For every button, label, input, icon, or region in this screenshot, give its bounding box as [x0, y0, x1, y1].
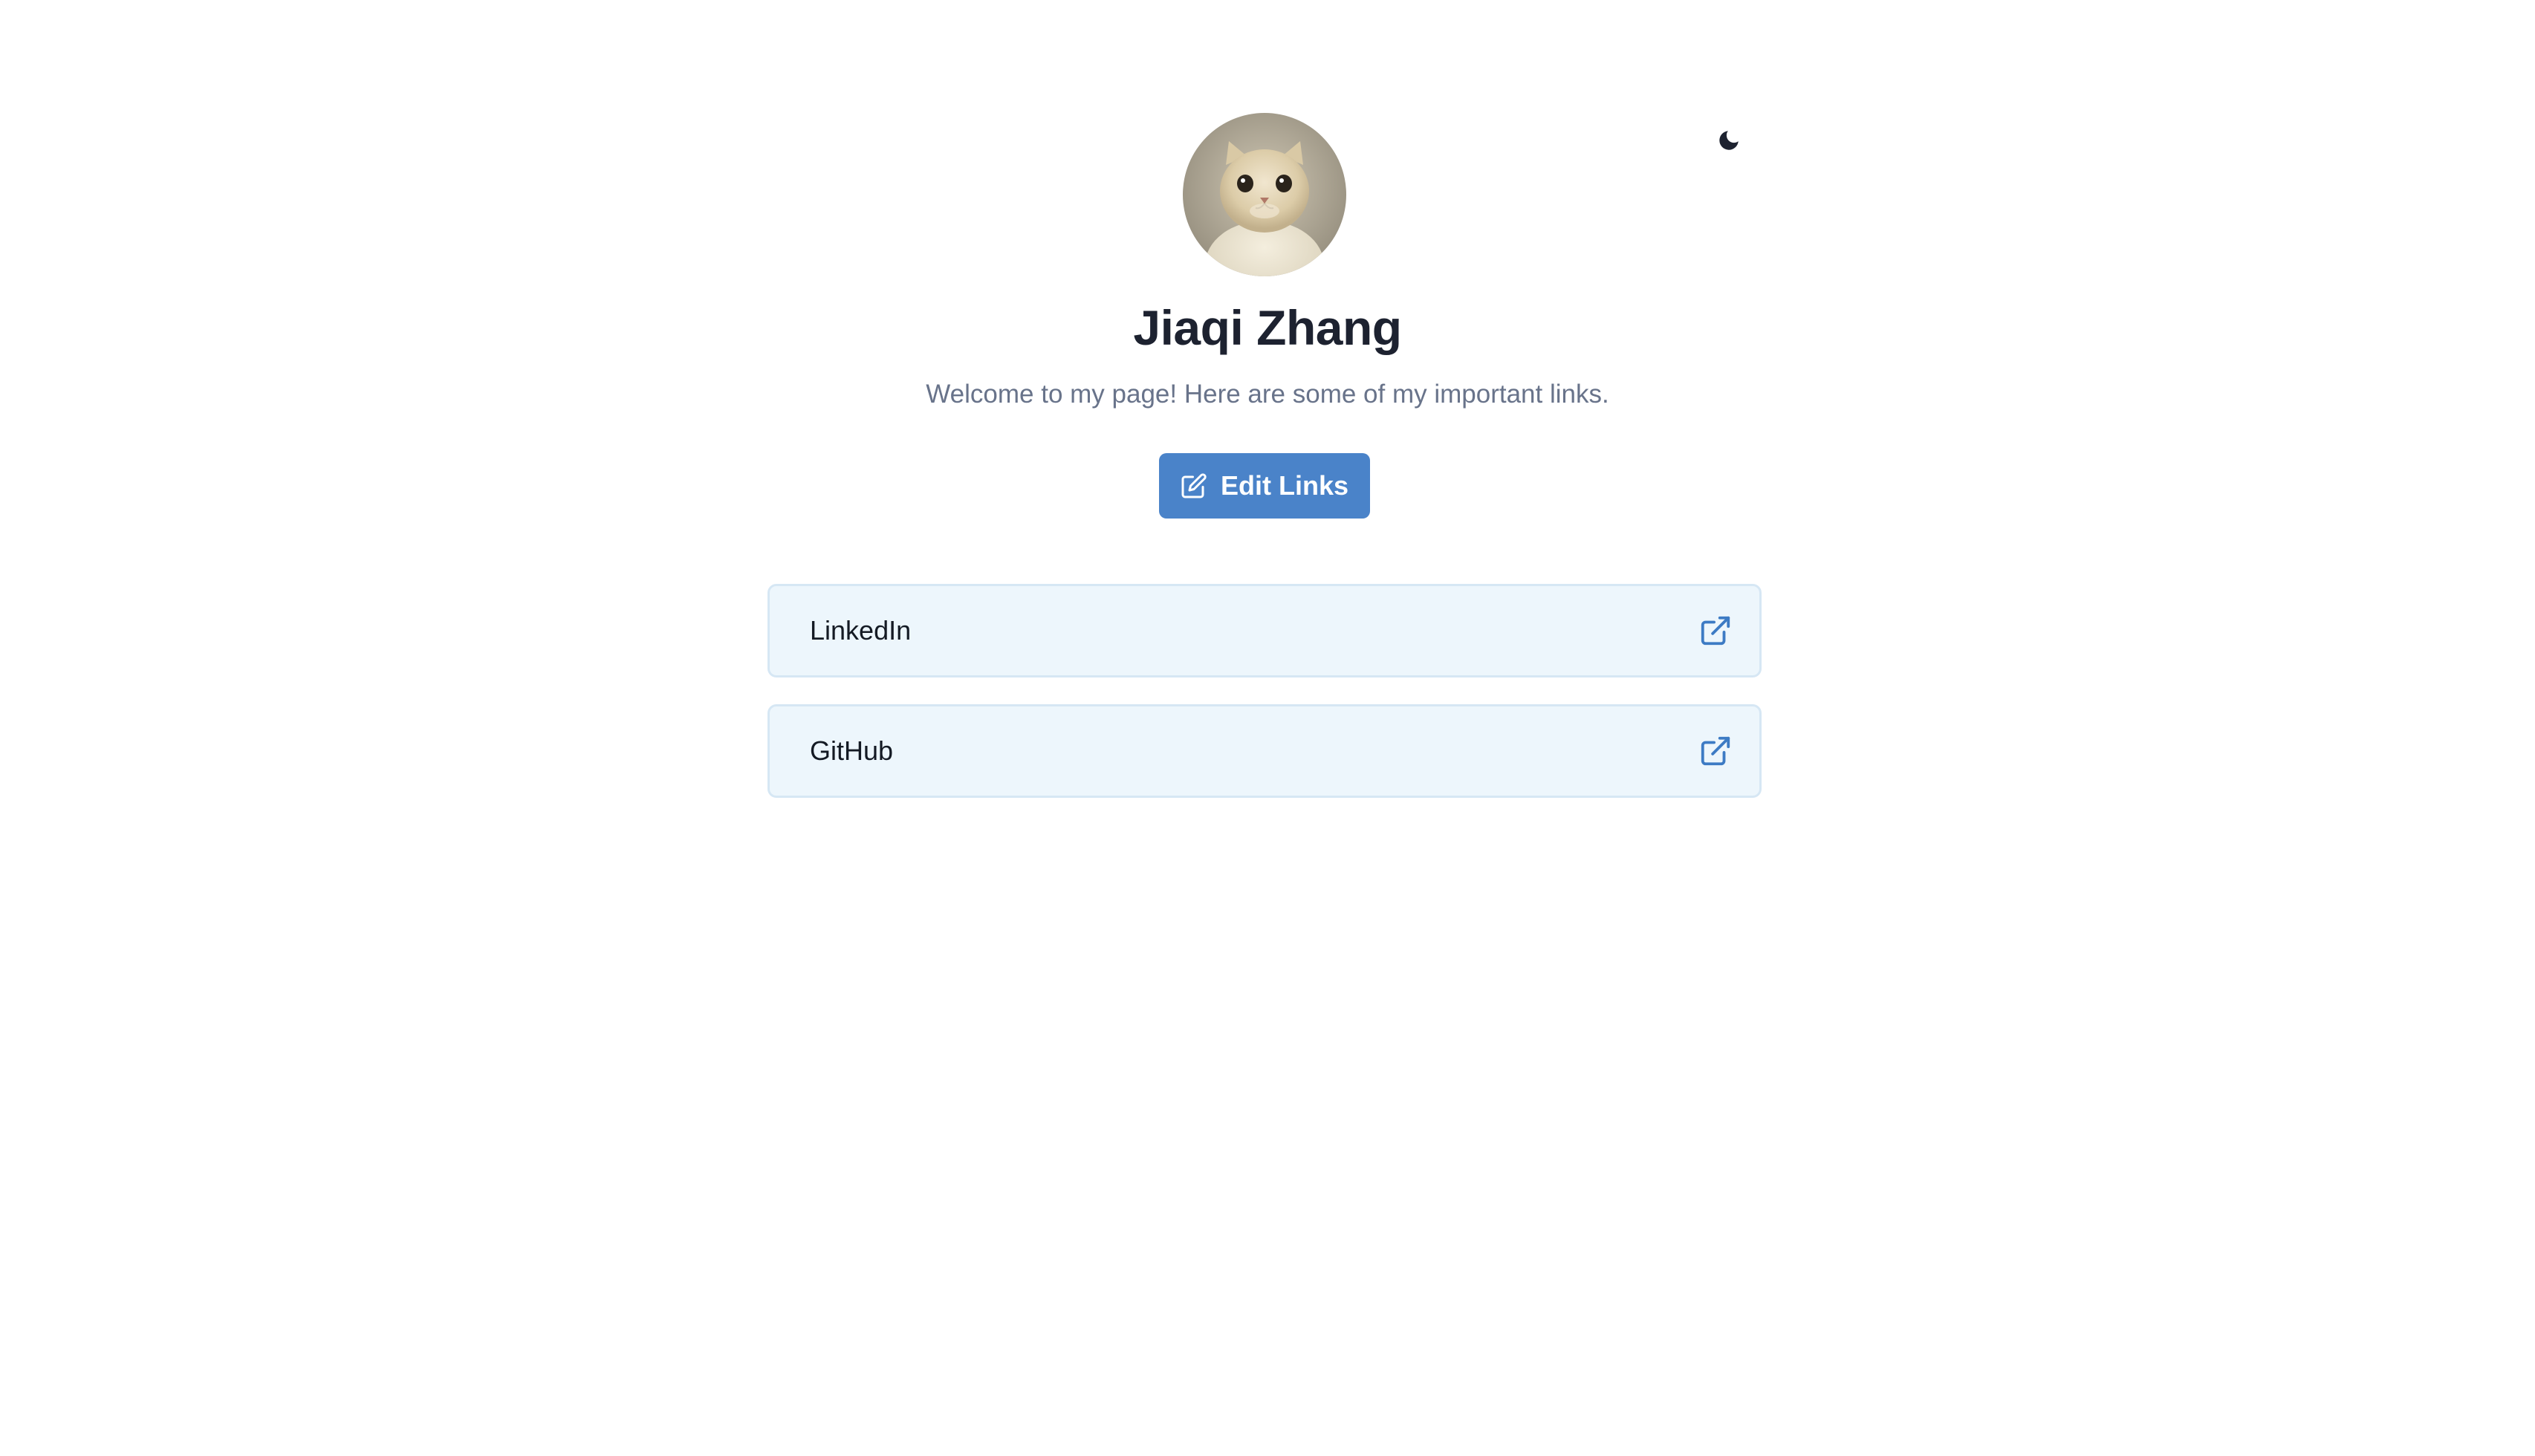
- moon-icon: [1719, 131, 1739, 150]
- profile-page: Jiaqi Zhang Welcome to my page! Here are…: [0, 0, 2535, 1456]
- theme-toggle-button[interactable]: [1712, 123, 1746, 157]
- cat-avatar-image: [1183, 113, 1346, 276]
- profile-bio: Welcome to my page! Here are some of my …: [926, 380, 1609, 409]
- link-card-github[interactable]: GitHub: [767, 704, 1762, 798]
- edit-icon: [1181, 472, 1207, 499]
- edit-links-button[interactable]: Edit Links: [1159, 453, 1370, 519]
- profile-name: Jiaqi Zhang: [1133, 300, 1402, 355]
- external-link-icon[interactable]: [1698, 614, 1733, 648]
- avatar: [1183, 113, 1346, 276]
- link-list: LinkedIn GitHub: [767, 584, 1762, 825]
- link-label: LinkedIn: [810, 615, 912, 646]
- edit-links-label: Edit Links: [1220, 470, 1349, 501]
- external-link-icon[interactable]: [1698, 734, 1733, 768]
- link-card-linkedin[interactable]: LinkedIn: [767, 584, 1762, 677]
- link-label: GitHub: [810, 735, 894, 766]
